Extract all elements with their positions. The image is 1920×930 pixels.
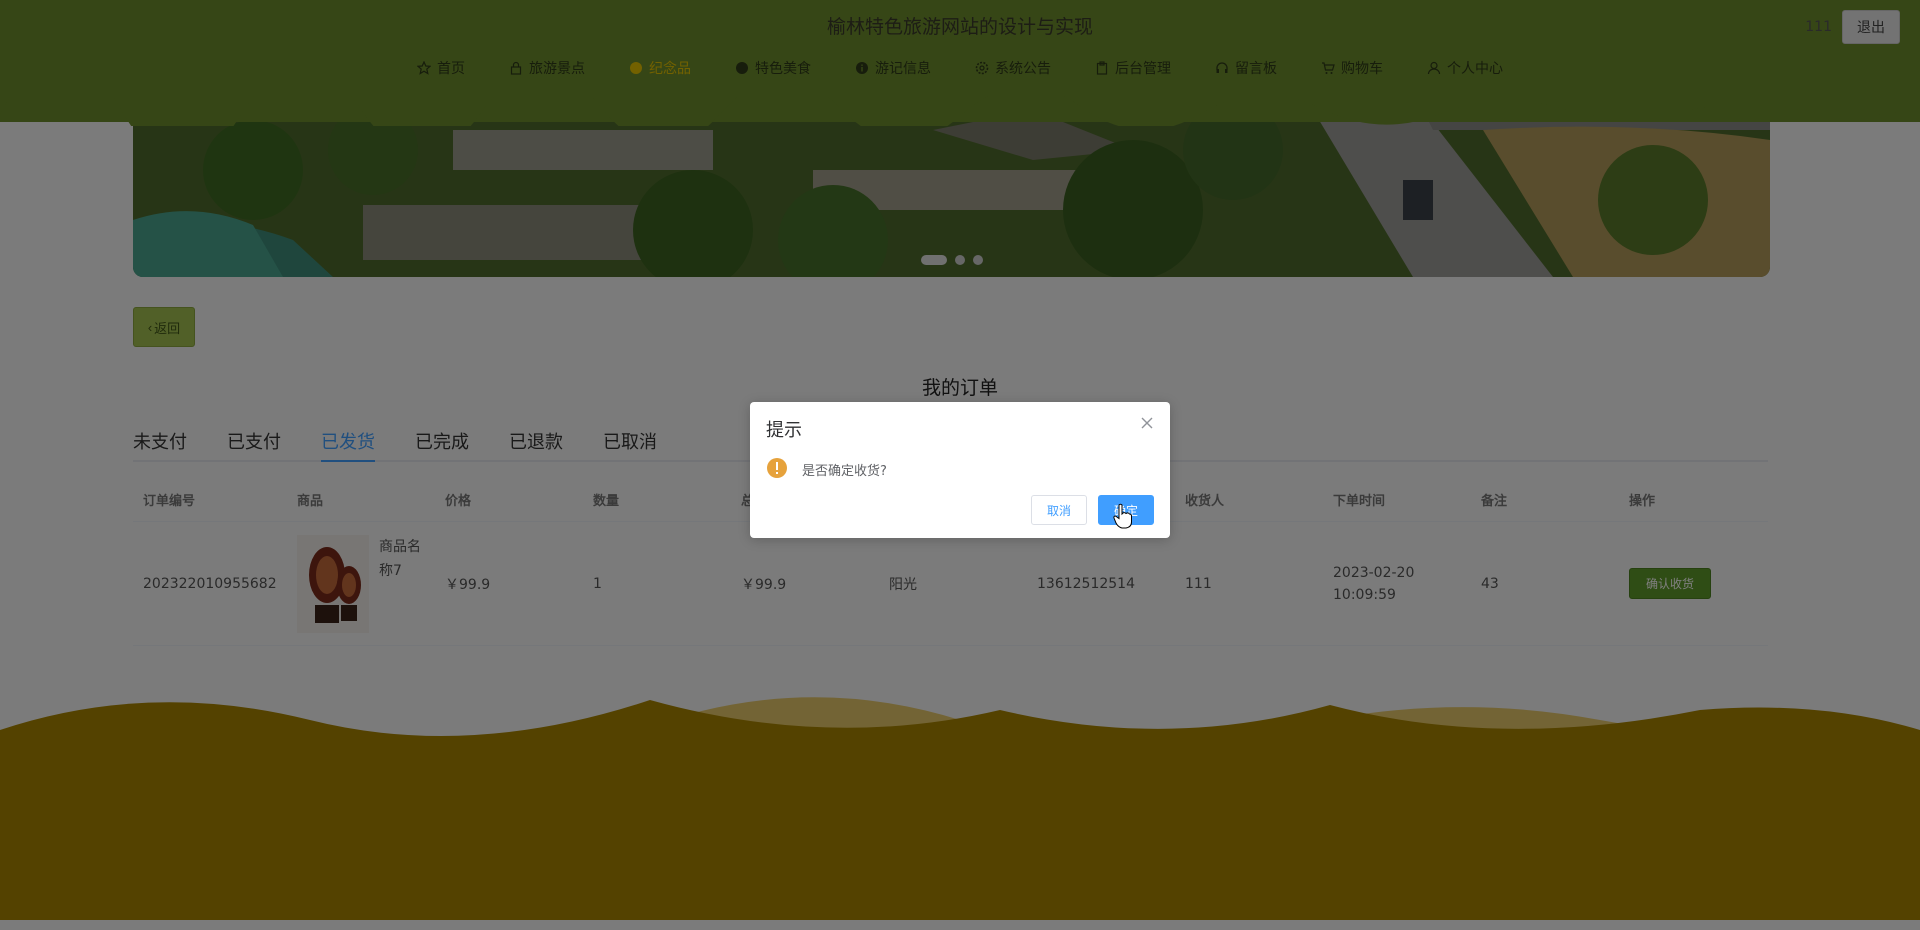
dialog-title: 提示: [766, 420, 802, 441]
dialog-message: 是否确定收货?: [802, 464, 887, 479]
confirm-dialog: 提示 是否确定收货? 取消 确定: [750, 402, 1170, 538]
hand-cursor-icon: [1113, 503, 1132, 529]
warning-icon: [767, 458, 787, 478]
close-icon[interactable]: [1140, 416, 1154, 430]
dialog-cancel-button[interactable]: 取消: [1031, 495, 1087, 525]
